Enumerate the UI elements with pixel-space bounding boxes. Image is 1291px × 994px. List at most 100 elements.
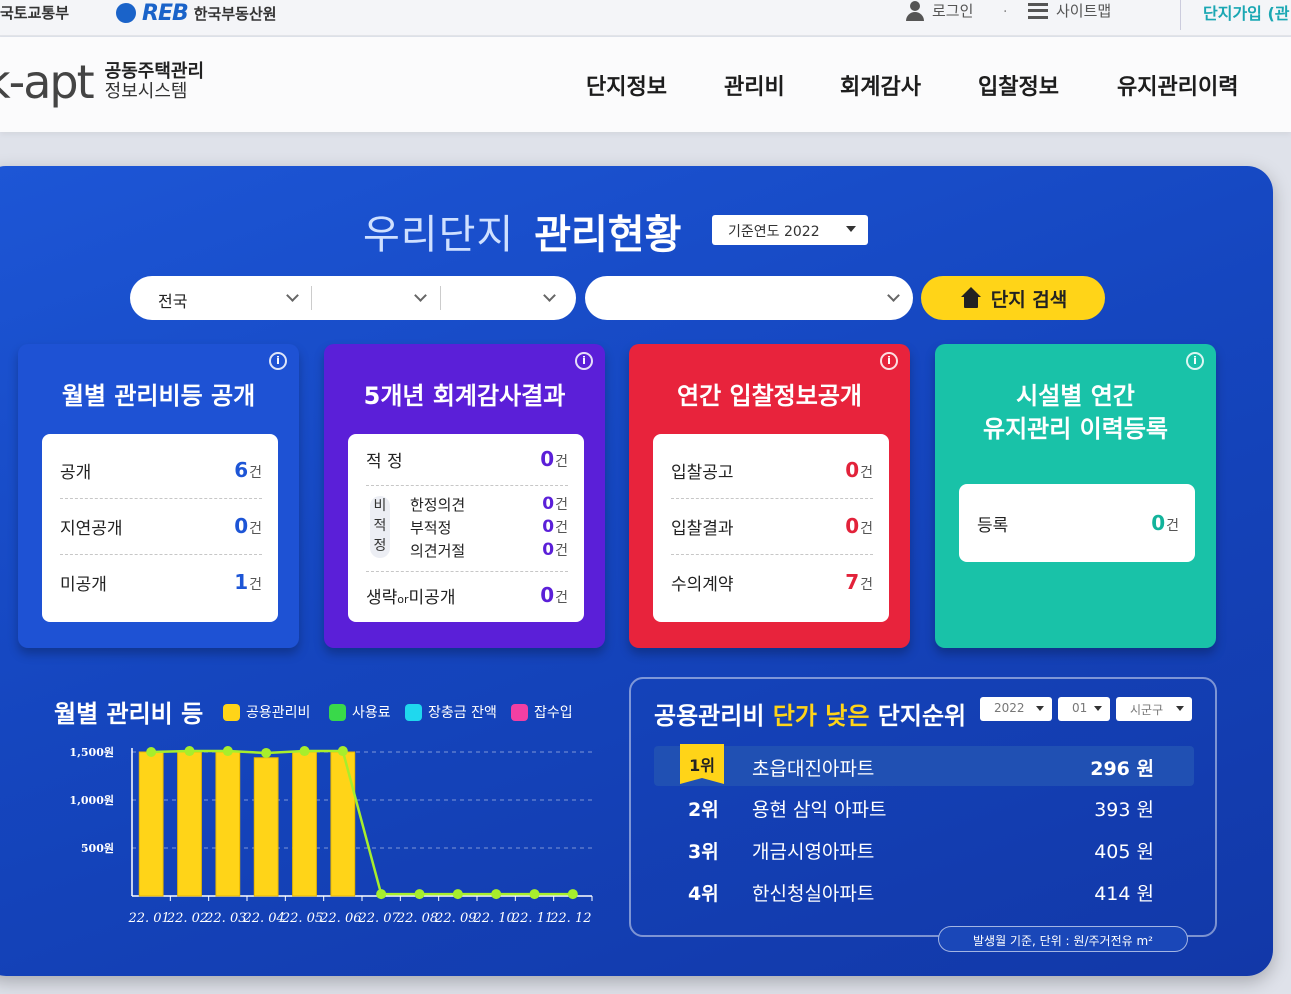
line-point [376,889,387,900]
reb-logo[interactable]: REB 한국부동산원 [116,0,277,26]
stat-unit: 건 [555,454,568,470]
card-body: 공개 6건 지연공개 0건 미공개 1건 [42,434,278,622]
panel-title: 우리단지 관리현황 [363,202,681,260]
x-tick-label: 22. 02 [166,911,208,926]
card-title-line2: 유지관리 이력등록 [983,415,1168,443]
legend-label: 장충금 잔액 [428,705,497,721]
rank-badge: 1위 [680,744,724,784]
legend-item-reserve-balance[interactable]: 장충금 잔액 [405,702,497,722]
card-bidding-info[interactable]: i 연간 입찰정보공개 입찰공고 0건 입찰결과 0건 수의계약 7건 [629,344,910,648]
card-monthly-fee-disclosure[interactable]: i 월별 관리비등 공개 공개 6건 지연공개 0건 미공개 1건 [18,344,299,648]
legend-item-usage-fee[interactable]: 사용료 [329,702,391,722]
x-tick-label: 22. 07 [357,911,400,926]
unit-price: 414 원 [1094,883,1154,905]
ranking-row[interactable]: 3위 개금시영아파트 405 원 [654,829,1194,869]
stat-unit: 건 [860,577,873,593]
nav-item-maintenance[interactable]: 유지관리이력 [1117,69,1238,101]
join-link[interactable]: 단지가입 (관 [1180,0,1291,30]
stat-row: 등록 0건 [977,495,1179,551]
card-body: 적 정 0건 비 적 정 한정의견 0건 부적정 0건 의견거절 0건 생략or… [348,434,584,622]
card-audit-results[interactable]: i 5개년 회계감사결과 적 정 0건 비 적 정 한정의견 0건 부적정 0건… [324,344,605,648]
stat-row: 입찰공고 0건 [671,442,873,498]
region-select-sido[interactable]: 전국 [130,276,310,320]
stat-unit: 건 [249,521,262,537]
stat-value: 0 [542,540,555,560]
reb-logo-icon [116,3,136,23]
legend-item-common-fee[interactable]: 공용관리비 [223,702,310,722]
ranking-year-value: 2022 [994,701,1025,715]
base-year-select-value: 기준연도 2022 [728,224,820,240]
legend-item-misc-income[interactable]: 잡수입 [511,702,573,722]
rank-number: 2위 [688,799,719,821]
ranking-region-select[interactable]: 시군구 [1116,697,1192,721]
ranking-year-select[interactable]: 2022 [980,697,1052,721]
stat-row: 미공개 1건 [60,554,262,610]
stat-unit: 건 [860,521,873,537]
ministry-logo[interactable]: 국토교통부 [0,2,69,23]
x-tick-label: 22. 12 [549,911,591,926]
nav-item-complex-info[interactable]: 단지정보 [586,69,667,101]
line-point [567,889,578,900]
x-tick-label: 22. 06 [319,911,361,926]
complex-select[interactable] [585,276,913,320]
stat-row: 적 정 0건 [366,434,568,484]
bar [215,751,241,897]
nav-item-management-fee[interactable]: 관리비 [724,69,785,101]
stat-value: 6 [234,458,249,482]
x-tick-label: 22. 08 [396,911,438,926]
nav-item-audit[interactable]: 회계감사 [840,69,921,101]
home-icon [959,287,983,309]
stat-row: 부적정 0건 [410,515,568,539]
region-select-sido-value: 전국 [158,292,188,311]
line-series [151,749,573,896]
rank-number: 3위 [688,841,719,863]
card-title: 연간 입찰정보공개 [677,382,862,410]
stat-row: 한정의견 0건 [410,492,568,516]
stat-label: 적 정 [366,451,403,472]
info-icon[interactable]: i [1186,352,1204,370]
ranking-row[interactable]: 2위 용현 삼익 아파트 393 원 [654,787,1194,827]
stat-row: 생략or미공개 0건 [366,570,568,620]
stat-unit: 건 [555,497,568,513]
line-point [414,889,425,900]
stat-unit: 건 [1166,518,1179,534]
label-part: or [397,592,409,606]
stat-unit: 건 [249,577,262,593]
info-icon[interactable]: i [269,352,287,370]
base-year-select[interactable]: 기준연도 2022 [712,215,868,245]
chevron-down-icon [414,289,427,302]
stat-value: 1 [234,570,249,594]
ranking-row[interactable]: 4위 한신청실아파트 414 원 [654,871,1194,911]
info-icon[interactable]: i [575,352,593,370]
card-maintenance-history[interactable]: i 시설별 연간 유지관리 이력등록 등록 0건 [935,344,1216,648]
label-part: 생략 [366,587,398,608]
rank-number: 4위 [688,883,719,905]
ranking-row[interactable]: 1위 초읍대진아파트 296 원 [654,744,1194,786]
caret-down-icon [1094,706,1102,711]
sitemap-link[interactable]: 사이트맵 [1028,0,1111,21]
ranking-month-select[interactable]: 01 [1058,697,1110,721]
complex-name: 개금시영아파트 [752,841,875,863]
region-select-sigungu[interactable] [312,276,440,320]
nav-item-bidding[interactable]: 입찰정보 [978,69,1059,101]
x-tick-label: 22. 04 [242,911,284,926]
bar [177,751,202,897]
complex-name: 용현 삼익 아파트 [752,799,887,821]
y-tick-label: 500원 [81,841,114,855]
chevron-down-icon [543,289,556,302]
site-logo[interactable]: k-apt 공동주택관리 정보시스템 [0,55,204,109]
ranking-title-a: 공용관리비 [654,702,773,730]
card-title: 월별 관리비등 공개 [61,382,256,410]
legend-swatch [329,703,346,721]
info-icon[interactable]: i [880,352,898,370]
chart-title: 월별 관리비 등 [54,700,204,728]
region-select-dong[interactable] [441,276,576,320]
caret-down-icon [846,226,856,232]
panel-title-bold: 관리현황 [534,212,682,258]
x-tick-label: 22. 01 [127,911,169,926]
monthly-fee-chart: 1,500원 1,000원 500원 22. 0122. 0222. 0322. 04… [69,745,593,926]
y-tick-label: 1,000원 [69,793,114,807]
login-link[interactable]: 로그인 [906,0,973,21]
stat-value: 0 [542,517,555,537]
complex-search-button[interactable]: 단지 검색 [921,276,1105,320]
